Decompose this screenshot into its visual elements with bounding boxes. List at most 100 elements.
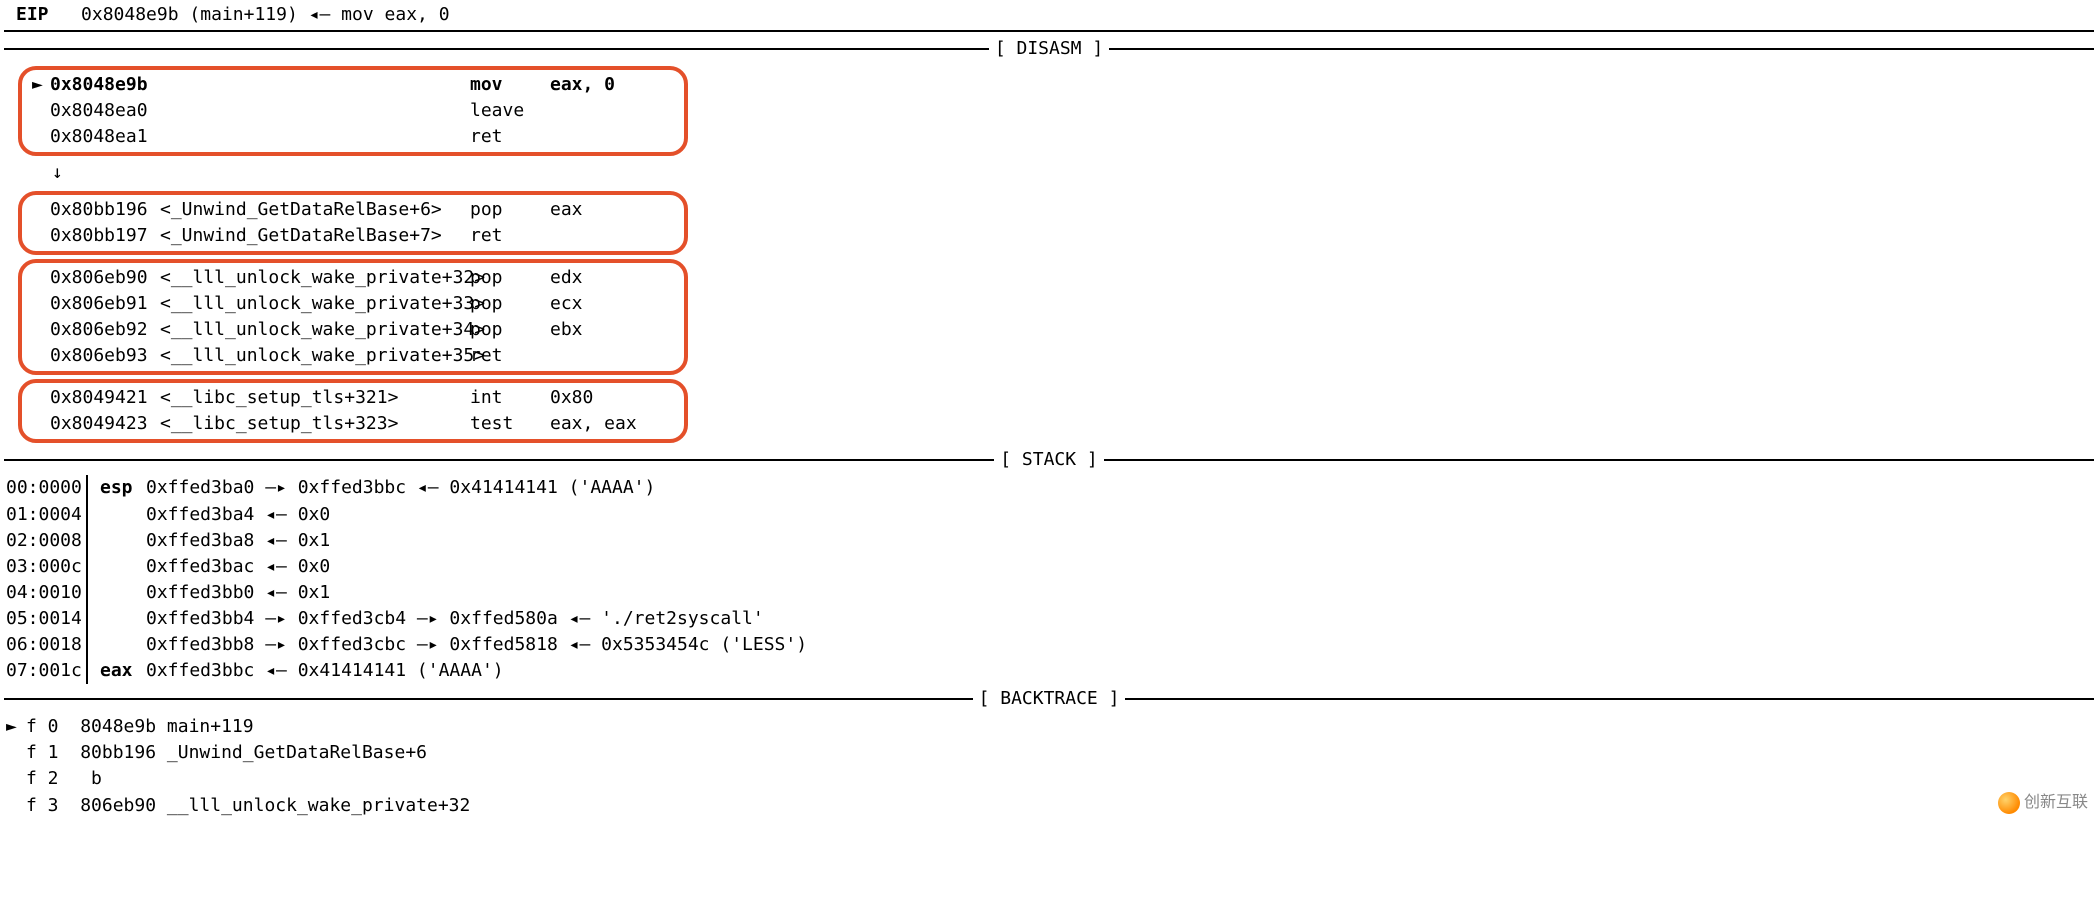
section-backtrace-bar: [ BACKTRACE ]	[4, 686, 2094, 712]
stack-area: 00:0000 esp0xffed3ba0 —▸ 0xffed3bbc ◂— 0x…	[4, 475, 2094, 684]
backtrace-row: f 3 806eb90 __lll_unlock_wake_private+32	[4, 793, 2094, 819]
eip-arrow: ◂—	[309, 4, 331, 25]
stack-offset: 03:000c	[6, 554, 86, 580]
backtrace-row: f 1 80bb196 _Unwind_GetDataRelBase+6	[4, 740, 2094, 766]
instruction-symbol	[160, 98, 470, 124]
eip-addr: 0x8048e9b	[81, 4, 179, 25]
stack-row: 03:000c0xffed3bac ◂— 0x0	[4, 554, 2094, 580]
eip-where: (main+119)	[189, 4, 297, 25]
instruction-mnemonic: ret	[470, 124, 550, 150]
disasm-row: 0x806eb90<__lll_unlock_wake_private+32>p…	[32, 265, 674, 291]
disasm-group: ►0x8048e9bmoveax, 00x8048ea0 leave0x8048e…	[18, 66, 688, 156]
eip-instr: mov eax, 0	[341, 4, 449, 25]
stack-register	[100, 502, 146, 528]
current-instruction-marker	[32, 385, 50, 411]
instruction-address: 0x806eb90	[50, 265, 160, 291]
disasm-group: 0x806eb90<__lll_unlock_wake_private+32>p…	[18, 259, 688, 375]
current-instruction-marker	[32, 317, 50, 343]
instruction-address: 0x806eb92	[50, 317, 160, 343]
stack-row: 04:00100xffed3bb0 ◂— 0x1	[4, 580, 2094, 606]
instruction-operands: edx	[550, 265, 583, 291]
stack-row: 00:0000 esp0xffed3ba0 —▸ 0xffed3bbc ◂— 0x…	[4, 475, 2094, 501]
current-instruction-marker	[32, 343, 50, 369]
disasm-row: 0x8049423<__libc_setup_tls+323>testeax, …	[32, 411, 674, 437]
instruction-symbol: <__lll_unlock_wake_private+32>	[160, 265, 470, 291]
disasm-area: ►0x8048e9bmoveax, 00x8048ea0 leave0x8048e…	[4, 66, 2094, 443]
instruction-symbol: <__lll_unlock_wake_private+34>	[160, 317, 470, 343]
current-instruction-marker	[32, 223, 50, 249]
section-line-left	[4, 459, 994, 461]
stack-register	[100, 606, 146, 632]
instruction-symbol: <__libc_setup_tls+321>	[160, 385, 470, 411]
stack-offset: 00:0000	[6, 475, 86, 501]
stack-offset: 05:0014	[6, 606, 86, 632]
backtrace-frame: f 1	[26, 742, 59, 763]
section-disasm-bar: [ DISASM ]	[4, 36, 2094, 62]
stack-offset: 01:0004	[6, 502, 86, 528]
stack-value: 0xffed3ba8 ◂— 0x1	[146, 528, 330, 554]
stack-value: 0xffed3bb4 —▸ 0xffed3cb4 —▸ 0xffed580a ◂…	[146, 606, 764, 632]
current-instruction-marker: ►	[32, 72, 50, 98]
watermark-text: 创新互联	[2024, 791, 2088, 814]
stack-offset: 02:0008	[6, 528, 86, 554]
disasm-row: 0x806eb92<__lll_unlock_wake_private+34>p…	[32, 317, 674, 343]
current-instruction-marker	[32, 197, 50, 223]
instruction-operands: eax, eax	[550, 411, 637, 437]
instruction-address: 0x8049421	[50, 385, 160, 411]
stack-offset: 06:0018	[6, 632, 86, 658]
stack-value: 0xffed3ba0 —▸ 0xffed3bbc ◂— 0x41414141 (…	[146, 475, 655, 501]
backtrace-frame: f 2	[26, 768, 59, 789]
instruction-address: 0x8048ea0	[50, 98, 160, 124]
backtrace-symbol: main+119	[167, 716, 254, 737]
instruction-mnemonic: pop	[470, 197, 550, 223]
instruction-mnemonic: mov	[470, 72, 550, 98]
instruction-address: 0x80bb197	[50, 223, 160, 249]
instruction-mnemonic: leave	[470, 98, 550, 124]
instruction-mnemonic: ret	[470, 223, 550, 249]
stack-offset: 04:0010	[6, 580, 86, 606]
backtrace-symbol: __lll_unlock_wake_private+32	[167, 795, 470, 816]
stack-separator	[86, 658, 96, 684]
backtrace-area: ►f 0 8048e9b main+119f 1 80bb196 _Unwind…	[4, 714, 2094, 818]
section-line-left	[4, 48, 989, 50]
disasm-row: 0x8048ea0 leave	[32, 98, 674, 124]
instruction-address: 0x806eb91	[50, 291, 160, 317]
instruction-mnemonic: pop	[470, 317, 550, 343]
disasm-group: 0x8049421<__libc_setup_tls+321>int0x800x…	[18, 379, 688, 443]
instruction-symbol	[160, 72, 470, 98]
disasm-row: 0x80bb196<_Unwind_GetDataRelBase+6>popea…	[32, 197, 674, 223]
backtrace-address: 80bb196	[80, 742, 156, 763]
stack-row: 05:0014 0xffed3bb4 —▸ 0xffed3cb4 —▸ 0xffe…	[4, 606, 2094, 632]
disasm-row: 0x806eb93<__lll_unlock_wake_private+35>r…	[32, 343, 674, 369]
stack-separator	[86, 528, 96, 554]
stack-register	[100, 580, 146, 606]
backtrace-frame: f 0	[26, 716, 59, 737]
instruction-operands: eax, 0	[550, 72, 615, 98]
stack-separator	[86, 554, 96, 580]
stack-separator	[86, 475, 96, 501]
instruction-symbol: <_Unwind_GetDataRelBase+6>	[160, 197, 470, 223]
instruction-symbol: <__libc_setup_tls+323>	[160, 411, 470, 437]
instruction-operands: 0x80	[550, 385, 593, 411]
stack-row: 07:001ceax0xffed3bbc ◂— 0x41414141 ('AAA…	[4, 658, 2094, 684]
instruction-operands: ecx	[550, 291, 583, 317]
disasm-group: 0x80bb196<_Unwind_GetDataRelBase+6>popea…	[18, 191, 688, 255]
section-disasm-label: [ DISASM ]	[989, 36, 1109, 62]
current-instruction-marker	[32, 265, 50, 291]
backtrace-frame: f 3	[26, 795, 59, 816]
stack-register: esp	[100, 475, 146, 501]
section-stack-label: [ STACK ]	[994, 447, 1104, 473]
section-stack-bar: [ STACK ]	[4, 447, 2094, 473]
section-backtrace-label: [ BACKTRACE ]	[973, 686, 1126, 712]
watermark: 创新互联	[1998, 791, 2088, 814]
instruction-address: 0x8049423	[50, 411, 160, 437]
backtrace-symbol: _Unwind_GetDataRelBase+6	[167, 742, 427, 763]
instruction-symbol	[160, 124, 470, 150]
stack-register	[100, 632, 146, 658]
stack-value: 0xffed3ba4 ◂— 0x0	[146, 502, 330, 528]
disasm-row: ►0x8048e9bmoveax, 0	[32, 72, 674, 98]
current-instruction-marker	[32, 98, 50, 124]
instruction-address: 0x80bb196	[50, 197, 160, 223]
backtrace-row: ►f 0 8048e9b main+119	[4, 714, 2094, 740]
eip-line: EIP 0x8048e9b (main+119) ◂— mov eax, 0	[4, 2, 2094, 32]
